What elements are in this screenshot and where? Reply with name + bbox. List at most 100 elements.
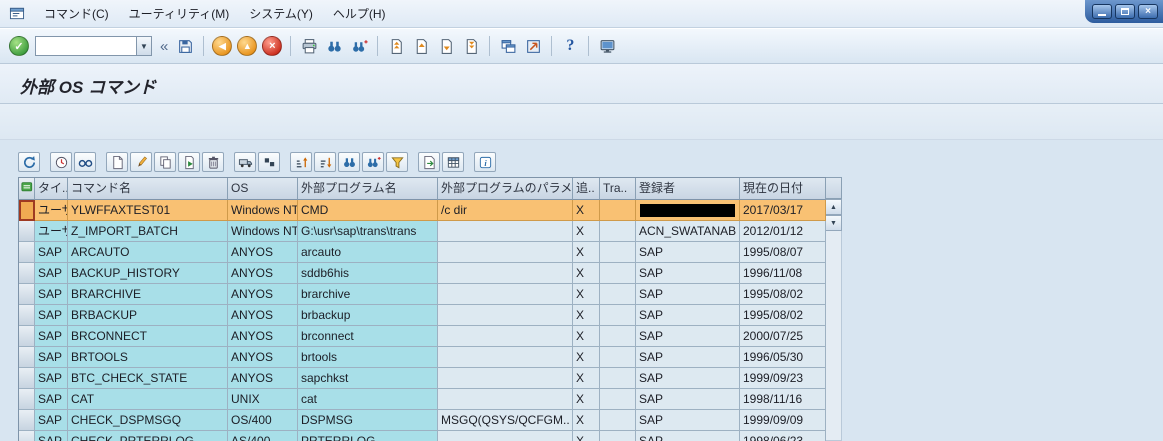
row-select-cell[interactable]: [19, 410, 35, 431]
cell-name[interactable]: Z_IMPORT_BATCH: [68, 221, 228, 242]
cell-tra[interactable]: [600, 368, 636, 389]
menu-utilities[interactable]: ユーティリティ(M): [119, 1, 240, 26]
cell-type[interactable]: SAP: [35, 284, 68, 305]
cell-type[interactable]: SAP: [35, 410, 68, 431]
copy-button[interactable]: [154, 152, 176, 172]
cancel-button[interactable]: ×: [261, 35, 283, 57]
cell-os[interactable]: ANYOS: [228, 242, 298, 263]
cell-add[interactable]: X: [573, 368, 600, 389]
cell-param[interactable]: [438, 347, 573, 368]
cell-param[interactable]: [438, 284, 573, 305]
cell-add[interactable]: X: [573, 410, 600, 431]
delete-button[interactable]: [202, 152, 224, 172]
cell-date[interactable]: 1998/06/23: [740, 431, 826, 441]
create-shortcut-button[interactable]: [522, 35, 544, 57]
cell-tra[interactable]: [600, 347, 636, 368]
menu-system[interactable]: システム(Y): [239, 1, 323, 26]
cell-tra[interactable]: [600, 410, 636, 431]
display-button[interactable]: [74, 152, 96, 172]
cell-os[interactable]: OS/400: [228, 410, 298, 431]
cell-program[interactable]: sddb6his: [298, 263, 438, 284]
cell-add[interactable]: X: [573, 347, 600, 368]
back-button[interactable]: ◀: [211, 35, 233, 57]
cell-date[interactable]: 1995/08/07: [740, 242, 826, 263]
cell-name[interactable]: BTC_CHECK_STATE: [68, 368, 228, 389]
cell-program[interactable]: brconnect: [298, 326, 438, 347]
choose-layout-button[interactable]: [442, 152, 464, 172]
last-page-button[interactable]: [460, 35, 482, 57]
row-select-cell[interactable]: [19, 200, 35, 221]
cell-tra[interactable]: [600, 284, 636, 305]
cell-param[interactable]: [438, 221, 573, 242]
cell-reg[interactable]: SAP: [636, 410, 740, 431]
cell-param[interactable]: /c dir: [438, 200, 573, 221]
cell-type[interactable]: ユーザ: [35, 221, 68, 242]
cell-reg[interactable]: SAP: [636, 431, 740, 441]
cell-add[interactable]: X: [573, 431, 600, 441]
page-down-button[interactable]: [435, 35, 457, 57]
cell-type[interactable]: SAP: [35, 431, 68, 441]
cell-name[interactable]: CAT: [68, 389, 228, 410]
cell-reg[interactable]: SAP: [636, 242, 740, 263]
cell-add[interactable]: X: [573, 305, 600, 326]
cell-os[interactable]: ANYOS: [228, 305, 298, 326]
cell-date[interactable]: 1998/11/16: [740, 389, 826, 410]
cell-os[interactable]: Windows NT: [228, 221, 298, 242]
cell-date[interactable]: 1996/11/08: [740, 263, 826, 284]
cell-date[interactable]: 1995/08/02: [740, 284, 826, 305]
cell-param[interactable]: [438, 368, 573, 389]
column-header-os[interactable]: OS: [228, 178, 298, 200]
menu-help[interactable]: ヘルプ(H): [323, 1, 396, 26]
cell-type[interactable]: SAP: [35, 389, 68, 410]
cell-reg[interactable]: SAP: [636, 305, 740, 326]
close-button[interactable]: ×: [1138, 3, 1158, 19]
column-header-add[interactable]: 追..: [573, 178, 600, 200]
cell-add[interactable]: X: [573, 326, 600, 347]
cell-os[interactable]: ANYOS: [228, 326, 298, 347]
column-header-param[interactable]: 外部プログラムのパラメ..: [438, 178, 573, 200]
row-select-cell[interactable]: [19, 431, 35, 441]
change-button[interactable]: [130, 152, 152, 172]
transport-button[interactable]: [234, 152, 256, 172]
cell-name[interactable]: ARCAUTO: [68, 242, 228, 263]
cell-add[interactable]: X: [573, 200, 600, 221]
row-select-cell[interactable]: [19, 347, 35, 368]
sort-descending-button[interactable]: [314, 152, 336, 172]
cell-name[interactable]: BACKUP_HISTORY: [68, 263, 228, 284]
cell-name[interactable]: BRARCHIVE: [68, 284, 228, 305]
cell-param[interactable]: [438, 431, 573, 441]
cell-type[interactable]: ユーザ: [35, 200, 68, 221]
cell-param[interactable]: [438, 242, 573, 263]
cell-program[interactable]: G:\usr\sap\trans\trans: [298, 221, 438, 242]
cell-os[interactable]: AS/400: [228, 431, 298, 441]
export-button[interactable]: [418, 152, 440, 172]
cell-name[interactable]: BRCONNECT: [68, 326, 228, 347]
exit-button[interactable]: ▲: [236, 35, 258, 57]
row-select-cell[interactable]: [19, 221, 35, 242]
row-select-cell[interactable]: [19, 305, 35, 326]
cell-tra[interactable]: [600, 200, 636, 221]
column-header-date[interactable]: 現在の日付: [740, 178, 826, 200]
cell-add[interactable]: X: [573, 263, 600, 284]
cell-program[interactable]: DSPMSG: [298, 410, 438, 431]
cell-program[interactable]: PRTERRLOG: [298, 431, 438, 441]
find-rows-button[interactable]: [338, 152, 360, 172]
cell-tra[interactable]: [600, 221, 636, 242]
copy-to-clipboard-button[interactable]: [258, 152, 280, 172]
execute-button[interactable]: [50, 152, 72, 172]
menu-command[interactable]: コマンド(C): [34, 1, 119, 26]
cell-reg[interactable]: SAP: [636, 389, 740, 410]
refresh-button[interactable]: [18, 152, 40, 172]
cell-date[interactable]: 1996/05/30: [740, 347, 826, 368]
print-button[interactable]: [298, 35, 320, 57]
cell-type[interactable]: SAP: [35, 263, 68, 284]
customize-layout-button[interactable]: [596, 35, 618, 57]
row-select-cell[interactable]: [19, 242, 35, 263]
cell-tra[interactable]: [600, 263, 636, 284]
create-button[interactable]: [106, 152, 128, 172]
cell-reg[interactable]: [636, 200, 740, 221]
cell-os[interactable]: ANYOS: [228, 284, 298, 305]
cell-date[interactable]: 1999/09/23: [740, 368, 826, 389]
minimize-button[interactable]: [1092, 3, 1112, 19]
row-select-cell[interactable]: [19, 284, 35, 305]
